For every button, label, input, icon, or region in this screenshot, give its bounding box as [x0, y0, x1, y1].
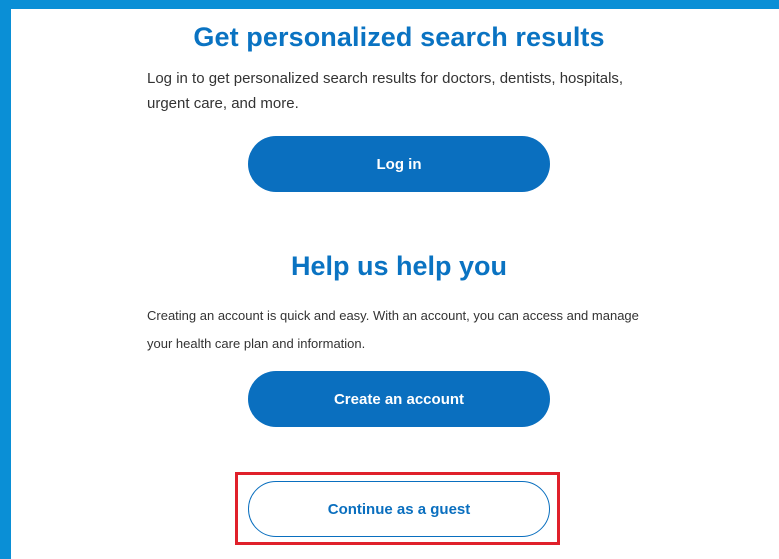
modal-content: Get personalized search results Log in t…: [11, 9, 779, 559]
login-button[interactable]: Log in: [248, 136, 550, 192]
signup-description: Creating an account is quick and easy. W…: [147, 308, 639, 351]
continue-as-guest-button[interactable]: Continue as a guest: [248, 481, 550, 537]
modal-frame: Get personalized search results Log in t…: [11, 9, 779, 559]
signup-heading: Help us help you: [290, 251, 508, 281]
login-heading: Get personalized search results: [193, 22, 605, 52]
login-description: Log in to get personalized search result…: [147, 70, 624, 112]
create-account-button[interactable]: Create an account: [248, 371, 550, 427]
